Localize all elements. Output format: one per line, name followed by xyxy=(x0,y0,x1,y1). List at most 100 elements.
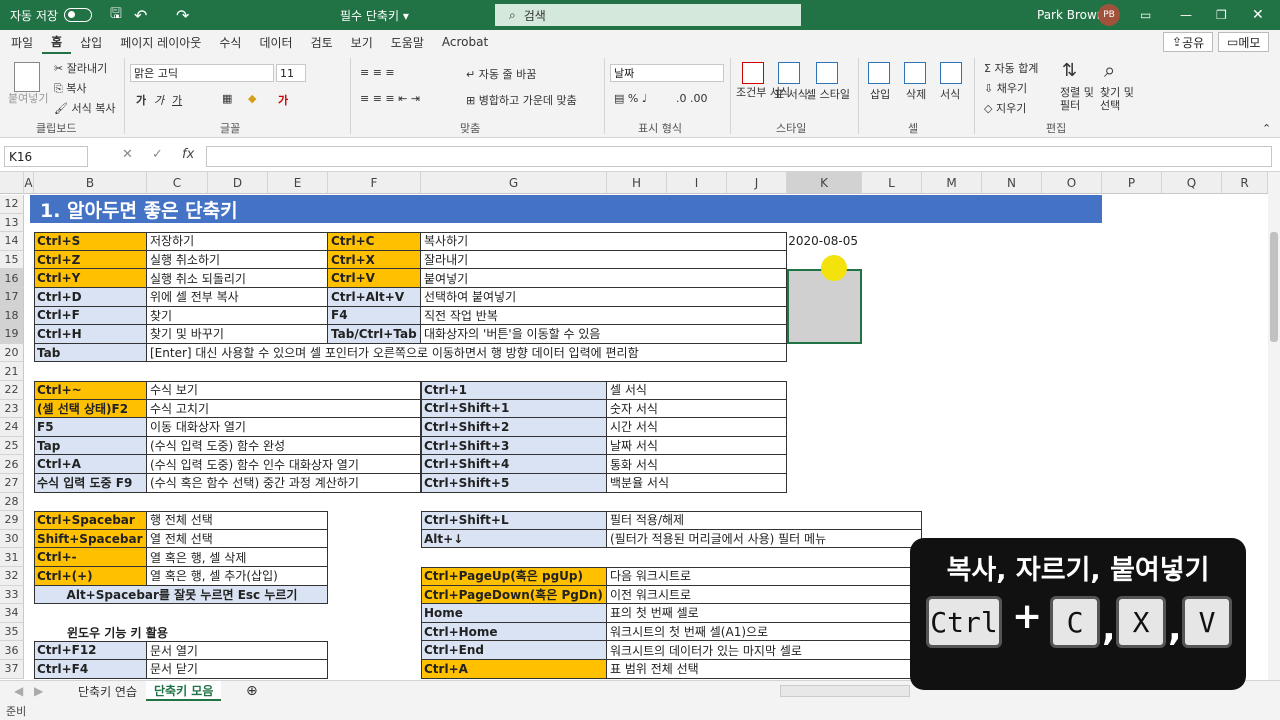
tab-insert[interactable]: 삽입 xyxy=(71,30,111,54)
cell-style-icon[interactable] xyxy=(816,62,838,84)
fill-button[interactable]: ⇩ 채우기 xyxy=(984,80,1027,96)
row-header[interactable]: 18 xyxy=(0,306,24,326)
table-format-icon[interactable] xyxy=(778,62,800,84)
autosave-control[interactable]: 자동 저장 xyxy=(10,0,92,30)
insert-cells-button[interactable]: 삽입 xyxy=(870,86,890,102)
add-sheet-icon[interactable]: ⊕ xyxy=(238,681,266,701)
clear-button[interactable]: ◇ 지우기 xyxy=(984,100,1026,116)
close-icon[interactable]: ✕ xyxy=(1252,0,1264,30)
tab-file[interactable]: 파일 xyxy=(2,30,42,54)
border-icon[interactable]: ▦ xyxy=(222,92,232,105)
row-header[interactable]: 20 xyxy=(0,343,24,363)
memo-button[interactable]: ▭ 메모 xyxy=(1218,32,1270,52)
row-header[interactable]: 31 xyxy=(0,548,24,567)
sort-filter-icon[interactable]: ⇅ xyxy=(1062,60,1077,81)
tab-page-layout[interactable]: 페이지 레이아웃 xyxy=(111,30,210,54)
delete-cells-button[interactable]: 삭제 xyxy=(906,86,926,102)
row-header[interactable]: 27 xyxy=(0,474,24,493)
column-header[interactable]: Q xyxy=(1162,172,1222,194)
bold-button[interactable]: 가 xyxy=(136,92,146,108)
column-header[interactable]: D xyxy=(208,172,268,194)
currency-icon[interactable]: ▤ % ♩ xyxy=(614,92,647,105)
column-header[interactable]: L xyxy=(862,172,922,194)
autosave-toggle[interactable] xyxy=(63,8,92,22)
row-header[interactable]: 28 xyxy=(0,492,24,512)
table-format-button[interactable]: 표 서식 xyxy=(774,86,808,102)
row-header[interactable]: 16 xyxy=(0,269,24,288)
autosum-button[interactable]: Σ 자동 합계 xyxy=(984,60,1038,76)
row-header[interactable]: 34 xyxy=(0,604,24,623)
scroll-thumb[interactable] xyxy=(1270,232,1278,342)
column-header[interactable]: M xyxy=(922,172,982,194)
format-cells-icon[interactable] xyxy=(940,62,962,84)
collapse-ribbon-icon[interactable]: ⌃ xyxy=(1262,122,1271,135)
ribbon-display-icon[interactable]: ▭ xyxy=(1140,0,1151,30)
sort-filter-button[interactable]: 정렬 및 필터 xyxy=(1060,86,1100,112)
sheet-tab-practice[interactable]: 단축키 연습 xyxy=(70,681,145,701)
format-cells-button[interactable]: 서식 xyxy=(940,86,960,102)
name-box[interactable]: K16 xyxy=(4,146,88,167)
column-header[interactable]: B xyxy=(34,172,147,194)
column-header[interactable]: A xyxy=(24,172,34,194)
cell-style-button[interactable]: 셀 스타일 xyxy=(806,86,850,102)
conditional-format-icon[interactable] xyxy=(742,62,764,84)
redo-icon[interactable]: ↷ xyxy=(176,0,189,30)
formula-input[interactable] xyxy=(206,146,1272,167)
row-header[interactable]: 19 xyxy=(0,325,24,344)
row-header[interactable]: 32 xyxy=(0,567,24,586)
row-header[interactable]: 17 xyxy=(0,288,24,307)
row-header[interactable]: 13 xyxy=(0,213,24,233)
row-header[interactable]: 35 xyxy=(0,622,24,642)
column-header[interactable]: F xyxy=(328,172,421,194)
column-header[interactable]: P xyxy=(1102,172,1162,194)
row-header[interactable]: 24 xyxy=(0,418,24,437)
find-select-icon[interactable]: ⌕ xyxy=(1104,58,1115,82)
font-name-select[interactable]: 맑은 고딕 xyxy=(130,64,274,82)
column-header[interactable]: N xyxy=(982,172,1042,194)
fill-color-icon[interactable]: ◆ xyxy=(248,92,256,105)
tab-data[interactable]: 데이터 xyxy=(250,30,301,54)
tab-formulas[interactable]: 수식 xyxy=(210,30,250,54)
copy-button[interactable]: ⎘ 복사 xyxy=(54,80,87,96)
tab-view[interactable]: 보기 xyxy=(342,30,382,54)
cut-button[interactable]: ✂ 잘라내기 xyxy=(54,60,107,76)
column-header[interactable]: C xyxy=(147,172,208,194)
find-select-button[interactable]: 찾기 및 선택 xyxy=(1100,86,1140,112)
cancel-icon[interactable]: ✕ xyxy=(122,147,133,162)
delete-cells-icon[interactable] xyxy=(904,62,926,84)
row-header[interactable]: 21 xyxy=(0,362,24,381)
tab-acrobat[interactable]: Acrobat xyxy=(433,30,497,54)
save-icon[interactable]: 🖫 xyxy=(110,0,122,30)
format-painter-button[interactable]: 🖌 서식 복사 xyxy=(54,100,115,116)
enter-icon[interactable]: ✓ xyxy=(152,147,163,162)
vertical-scrollbar[interactable] xyxy=(1268,172,1280,680)
selected-range[interactable] xyxy=(787,269,862,344)
tab-help[interactable]: 도움말 xyxy=(382,30,433,54)
row-header[interactable]: 36 xyxy=(0,641,24,660)
share-button[interactable]: ⇪ 공유 xyxy=(1163,32,1214,52)
next-sheet-icon[interactable]: ▶ xyxy=(26,681,51,701)
number-format-select[interactable]: 날짜 xyxy=(610,64,724,82)
align-top-icon[interactable]: ≡ ≡ ≡ xyxy=(360,66,395,79)
column-header[interactable]: J xyxy=(727,172,787,194)
row-header[interactable]: 14 xyxy=(0,232,24,251)
document-title[interactable]: 필수 단축키 ▾ xyxy=(340,0,409,30)
column-header[interactable]: E xyxy=(268,172,328,194)
italic-button[interactable]: 가 xyxy=(154,92,164,108)
decimal-icon[interactable]: .0 .00 xyxy=(676,92,708,105)
row-header[interactable]: 33 xyxy=(0,585,24,605)
restore-icon[interactable]: ❐ xyxy=(1216,0,1227,30)
search-box[interactable]: ⌕ 검색 xyxy=(495,4,801,26)
insert-cells-icon[interactable] xyxy=(868,62,890,84)
paste-button[interactable]: 붙여넣기 xyxy=(8,90,48,106)
horizontal-scrollbar[interactable] xyxy=(780,685,910,697)
row-header[interactable]: 22 xyxy=(0,381,24,400)
column-header[interactable]: R xyxy=(1222,172,1268,194)
tab-review[interactable]: 검토 xyxy=(302,30,342,54)
minimize-icon[interactable]: — xyxy=(1180,0,1192,30)
avatar[interactable]: PB xyxy=(1098,4,1120,26)
column-header[interactable]: O xyxy=(1042,172,1102,194)
row-header[interactable]: 26 xyxy=(0,455,24,474)
date-cell[interactable]: 2020-08-05 xyxy=(787,232,862,251)
wrap-text-button[interactable]: ↵ 자동 줄 바꿈 xyxy=(466,66,536,82)
